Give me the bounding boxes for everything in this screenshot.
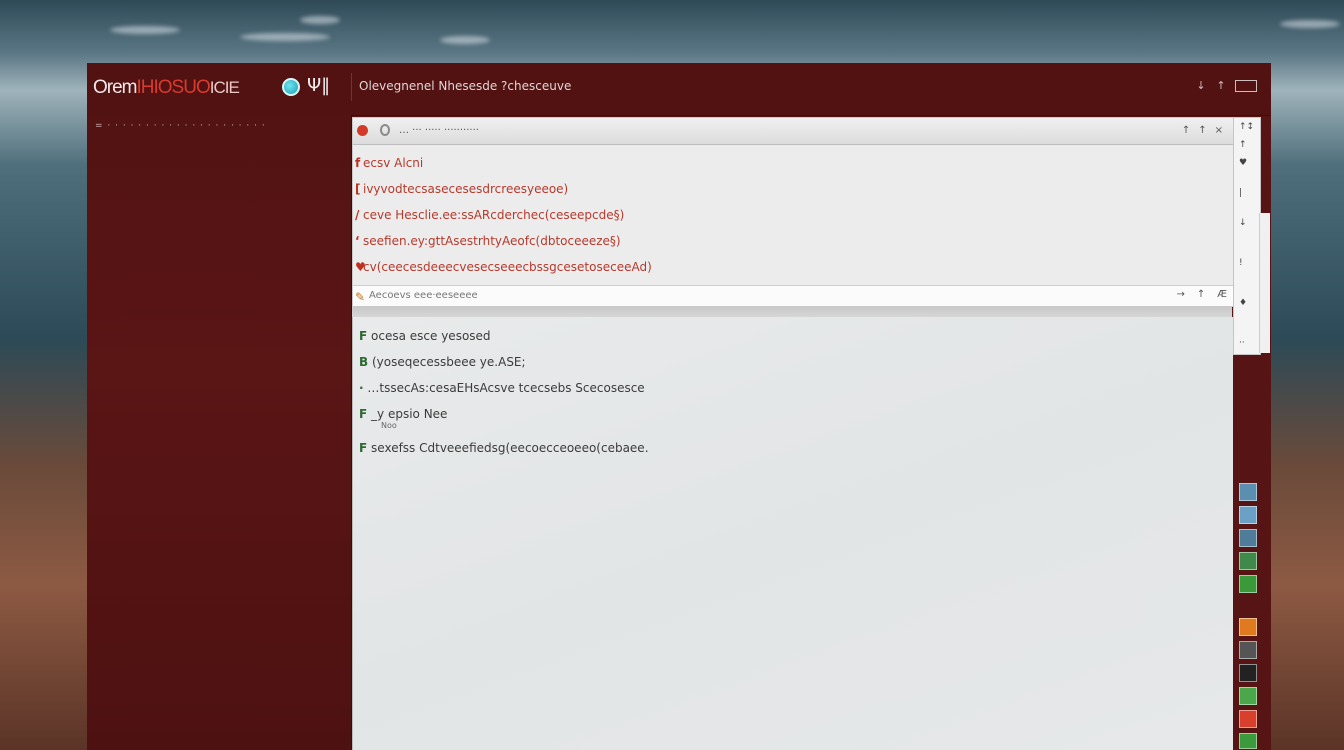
pencil-icon[interactable]: ✎ <box>355 290 365 304</box>
toolbar-glyph[interactable]: ↑ <box>1239 140 1247 150</box>
folder-icon[interactable] <box>1239 529 1257 547</box>
gutter-mark: ‘ <box>355 234 360 248</box>
arrow-up-icon[interactable]: ↑ <box>1182 125 1190 136</box>
title-bar: OremIHIOSUOICIE Ψ‖ Olevegnenel Nhesesde … <box>87 63 1271 116</box>
gutter-mark: / <box>355 208 360 222</box>
editor-pane[interactable]: … ··· ····· ··········· ↑ ↑ × f ecsv Alcn… <box>352 117 1234 307</box>
toolbar-glyph[interactable]: ♦ <box>1239 298 1247 308</box>
scrollbar[interactable] <box>1259 213 1270 353</box>
editor-tab-label[interactable]: … ··· ····· ··········· <box>399 125 479 136</box>
rss-icon[interactable] <box>1239 618 1257 636</box>
code-line[interactable]: [ivyvodtecsasecesesdrcreesyeeoe) <box>355 176 1229 202</box>
output-text: …tssecAs:cesaEHsAcsve tcecsebs Scecosesc… <box>367 381 645 395</box>
code-line[interactable]: ♥cv(ceecesdeeecvesecseeecbssgcesetosecee… <box>355 254 1229 280</box>
line-mark: F <box>359 407 368 421</box>
gutter-mark: ♥ <box>355 260 366 274</box>
logo-suffix: ICIE <box>209 78 240 97</box>
gutter-mark: f <box>355 156 361 170</box>
line-mark: · <box>359 381 364 395</box>
arrow-up-icon[interactable]: ↑ <box>1198 125 1206 136</box>
pane-splitter[interactable] <box>352 307 1232 317</box>
app-icon[interactable] <box>1239 733 1257 749</box>
window-title: Olevegnenel Nhesesde ?chesceuve <box>359 79 572 93</box>
code-text: ivyvodtecsasecesesdrcreesyeeoe) <box>363 182 569 196</box>
media-icon[interactable] <box>1239 687 1257 705</box>
window-controls: ↓ ↑ <box>1195 79 1257 93</box>
divider <box>351 73 352 101</box>
dock <box>1239 483 1259 750</box>
minimize-button[interactable]: ↓ <box>1195 79 1207 93</box>
input-placeholder: Aecoevs eee·eeseeee <box>369 290 478 301</box>
arrow-right-icon[interactable]: → <box>1176 289 1184 300</box>
code-line[interactable]: f ecsv Alcni <box>355 150 1229 176</box>
editor-tab-controls: ↑ ↑ × <box>1182 125 1223 136</box>
gutter-mark: [ <box>355 182 361 196</box>
leaf-icon[interactable] <box>1239 710 1257 728</box>
toolbar-glyph[interactable]: ↑↕ <box>1239 122 1254 132</box>
trident-icon[interactable]: Ψ‖ <box>307 75 330 96</box>
code-area[interactable]: f ecsv Alcni [ivyvodtecsasecesesdrcreesye… <box>355 150 1229 280</box>
code-line[interactable]: / ceve Hesclie.ee:ssARcderchec(ceseepcde§… <box>355 202 1229 228</box>
maximize-button[interactable] <box>1235 80 1257 92</box>
output-line: F sexefss Cdtveeefiedsg(eecoecceoeeo(ceb… <box>359 441 649 455</box>
code-text: cv(ceecesdeeecvesecseeecbssgcesetoseceeA… <box>363 260 652 274</box>
code-text: seefien.ey:gttAsestrhtyAeofc(dbtoceeeze§… <box>363 234 621 248</box>
code-text: ceve Hesclie.ee:ssARcderchec(ceseepcde§) <box>363 208 625 222</box>
toolbar-glyph[interactable]: ♥ <box>1239 158 1247 168</box>
output-line: · …tssecAs:cesaEHsAcsve tcecsebs Scecose… <box>359 381 645 395</box>
output-line: F ocesa esce yesosed <box>359 329 491 343</box>
output-line: F _y epsio Nee <box>359 407 447 421</box>
monitor-icon[interactable] <box>1239 483 1257 501</box>
output-text: _y epsio Nee <box>371 407 448 421</box>
close-icon[interactable] <box>357 125 368 136</box>
close-icon[interactable]: × <box>1215 125 1223 136</box>
arrow-up-icon[interactable]: ↑ <box>1197 289 1205 300</box>
cloud-streak <box>240 33 330 41</box>
toolbar-glyph[interactable]: | <box>1239 188 1242 198</box>
sidebar-header: = · · · · · · · · · · · · · · · · · · · … <box>95 121 266 131</box>
toolbar-glyph[interactable]: ! <box>1239 258 1243 268</box>
code-line[interactable]: ‘seefien.ey:gttAsestrhtyAeofc(dbtoceeeze… <box>355 228 1229 254</box>
output-pane[interactable]: F ocesa esce yesosed B (yoseqecessbeee y… <box>352 317 1233 750</box>
input-controls: → ↑ Æ <box>1176 289 1227 300</box>
cloud-streak <box>440 36 490 44</box>
output-text: (yoseqecessbeee ye.ASE; <box>371 355 526 369</box>
toolbar-glyph[interactable]: ·· <box>1239 338 1245 348</box>
cloud-streak <box>300 16 340 24</box>
line-mark: B <box>359 355 369 369</box>
gear-icon[interactable] <box>380 124 390 136</box>
settings-icon[interactable]: Æ <box>1217 289 1227 300</box>
cloud-streak <box>110 26 180 34</box>
toolbar-glyph[interactable]: ↓ <box>1239 218 1247 228</box>
right-toolbar: ↑↕ ↑ ♥ | ↓ ! ♦ ·· <box>1233 117 1261 355</box>
line-mark: F <box>359 441 368 455</box>
line-mark: F <box>359 329 368 343</box>
editor-input-bar[interactable]: ✎ Aecoevs eee·eeseeee → ↑ Æ <box>353 285 1233 306</box>
restore-button[interactable]: ↑ <box>1215 79 1227 93</box>
editor-tab-bar: … ··· ····· ··········· ↑ ↑ × <box>353 118 1233 145</box>
sidebar[interactable]: = · · · · · · · · · · · · · · · · · · · … <box>87 115 352 750</box>
app-logo: OremIHIOSUOICIE <box>93 77 240 99</box>
output-subnote: Noo <box>381 421 397 430</box>
output-text: sexefss Cdtveeefiedsg(eecoecceoeeo(cebae… <box>371 441 649 455</box>
browser-icon[interactable] <box>282 78 300 96</box>
logo-brand: IHIOSUO <box>136 77 211 98</box>
app-icon[interactable] <box>1239 641 1257 659</box>
image-icon[interactable] <box>1239 506 1257 524</box>
chart-icon[interactable] <box>1239 552 1257 570</box>
code-text: ecsv Alcni <box>363 156 424 170</box>
logo-prefix: Orem <box>93 77 137 98</box>
people-icon[interactable] <box>1239 575 1257 593</box>
app-window: OremIHIOSUOICIE Ψ‖ Olevegnenel Nhesesde … <box>87 63 1271 750</box>
cloud-streak <box>1280 20 1340 28</box>
output-text: ocesa esce yesosed <box>371 329 491 343</box>
terminal-icon[interactable] <box>1239 664 1257 682</box>
output-line: B (yoseqecessbeee ye.ASE; <box>359 355 526 369</box>
